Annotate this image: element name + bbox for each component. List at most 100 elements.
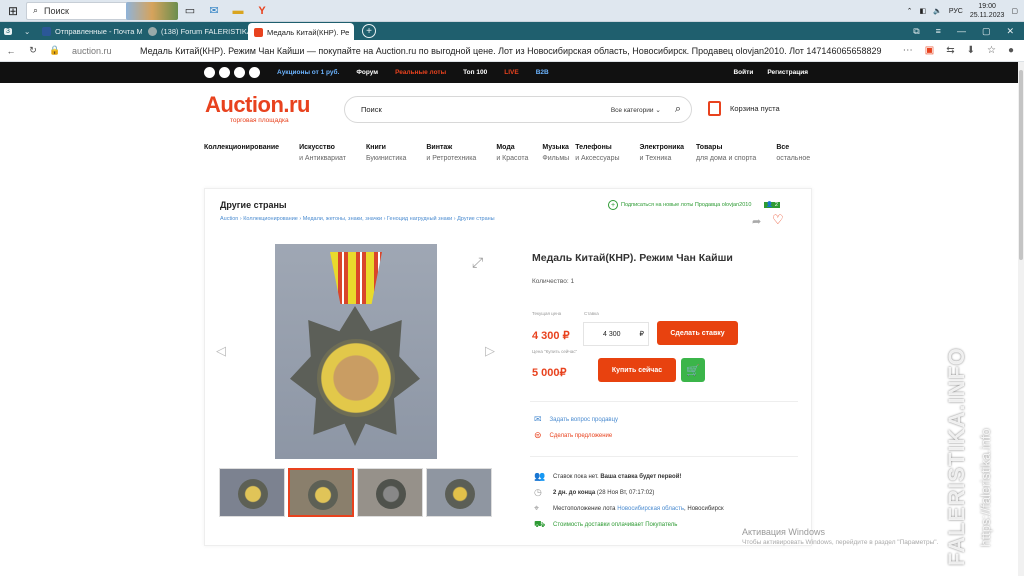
tabs-dropdown-icon[interactable]: ⌄ bbox=[24, 23, 36, 39]
category-title: Коллекционирование bbox=[204, 144, 280, 151]
link-top100[interactable]: Топ 100 bbox=[463, 69, 487, 76]
no-bids-text: Ставок пока нет. bbox=[553, 473, 599, 480]
breadcrumb[interactable]: Auction › Коллекционирование › Медали, ж… bbox=[220, 215, 550, 224]
reader-icon[interactable]: ▣ bbox=[925, 45, 934, 56]
current-price-label: Текущая цена bbox=[532, 311, 562, 316]
cart[interactable]: Корзина пуста bbox=[708, 101, 780, 116]
category-title: Искусство bbox=[299, 144, 335, 151]
photo-thumbnail[interactable] bbox=[357, 468, 423, 517]
category-electronics[interactable]: Электроника и Техника bbox=[640, 142, 684, 164]
category-music[interactable]: Музыка Фильмы bbox=[542, 142, 569, 164]
youtube-icon[interactable] bbox=[234, 67, 245, 78]
category-vintage[interactable]: Винтаж и Ретротехника bbox=[426, 142, 476, 164]
close-tab-icon[interactable]: ✕ bbox=[353, 28, 354, 37]
link-real-lots[interactable]: Реальные лоты bbox=[395, 69, 446, 76]
task-view-icon[interactable]: ▭ bbox=[178, 0, 202, 22]
category-goods[interactable]: Товары для дома и спорта bbox=[696, 142, 756, 164]
bookmark-icon[interactable]: ⋯ bbox=[903, 45, 913, 56]
bids-status: 👥 Ставок пока нет. Ваша ставка будет перв… bbox=[534, 471, 681, 482]
photo-thumbnail-selected[interactable] bbox=[288, 468, 354, 517]
share-icon[interactable]: ➦ bbox=[752, 215, 761, 228]
menu-icon[interactable]: ≡ bbox=[936, 26, 941, 37]
tab-mail[interactable]: Отправленные - Почта M bbox=[36, 23, 142, 39]
back-icon[interactable]: ← bbox=[0, 46, 22, 56]
thumbnail-medal bbox=[308, 480, 338, 510]
site-logo[interactable]: Auction.ru bbox=[205, 92, 311, 118]
link-forum[interactable]: Форум bbox=[356, 69, 378, 76]
address-bar: ← ↻ 🔒 auction.ru Медаль Китай(КНР). Режи… bbox=[0, 40, 1024, 62]
category-collecting[interactable]: Коллекционирование bbox=[204, 142, 279, 164]
category-sub: и Техника bbox=[639, 155, 672, 162]
language-indicator[interactable]: РУС bbox=[949, 8, 963, 15]
window-controls: ⧉ ≡ — ▢ ✕ bbox=[913, 26, 1024, 37]
heart-icon[interactable]: ♡ bbox=[772, 212, 784, 228]
category-nav: Коллекционирование Искусство и Антиквариа… bbox=[204, 142, 830, 164]
link-b2b[interactable]: B2B bbox=[536, 69, 549, 76]
category-title: Музыка bbox=[542, 144, 569, 151]
add-to-cart-icon[interactable]: 🛒 bbox=[681, 358, 705, 382]
category-art[interactable]: Искусство и Антиквариат bbox=[299, 142, 346, 164]
photo-thumbnail[interactable] bbox=[426, 468, 492, 517]
translate-icon[interactable]: ⇆ bbox=[946, 45, 954, 56]
cart-status: Корзина пуста bbox=[730, 104, 780, 113]
category-other[interactable]: Все остальное bbox=[776, 142, 810, 164]
chevron-up-icon[interactable]: ⌃ bbox=[907, 7, 913, 15]
scrollbar-thumb[interactable] bbox=[1019, 70, 1023, 260]
favorite-icon[interactable]: ☆ bbox=[987, 45, 996, 56]
lot-main-photo[interactable] bbox=[275, 244, 437, 459]
search-icon[interactable]: ⌕ bbox=[675, 103, 681, 116]
medal-center bbox=[317, 339, 395, 417]
make-offer-link[interactable]: ⊜ Сделать предложение bbox=[534, 430, 612, 441]
photo-thumbnail[interactable] bbox=[219, 468, 285, 517]
minimize-icon[interactable]: — bbox=[957, 26, 966, 37]
page-scrollbar[interactable] bbox=[1018, 62, 1024, 576]
new-tab-button[interactable]: + bbox=[362, 24, 376, 38]
maximize-icon[interactable]: ▢ bbox=[982, 26, 991, 37]
link-auctions-1rub[interactable]: Аукционы от 1 руб. bbox=[277, 69, 339, 76]
login-link[interactable]: Войти bbox=[733, 69, 753, 76]
lot-category-heading: Другие страны bbox=[220, 200, 287, 210]
category-books[interactable]: Книги Букинистика bbox=[366, 142, 406, 164]
category-phones[interactable]: Телефоны и Аксессуары bbox=[575, 142, 619, 164]
lot-location: ⌖ Местоположение лота Новосибирская облас… bbox=[534, 503, 724, 514]
mail-app-icon[interactable]: ✉ bbox=[202, 0, 226, 22]
reload-icon[interactable]: ↻ bbox=[22, 45, 44, 56]
url-text[interactable]: auction.ru bbox=[72, 46, 140, 56]
buy-now-button[interactable]: Купить сейчас bbox=[598, 358, 676, 382]
odnoklassniki-icon[interactable] bbox=[249, 67, 260, 78]
place-bid-button[interactable]: Сделать ставку bbox=[657, 321, 738, 345]
next-photo-icon[interactable]: ▷ bbox=[485, 343, 495, 359]
auction-favicon-icon bbox=[254, 27, 263, 37]
location-region-link[interactable]: Новосибирская область bbox=[617, 506, 684, 512]
ask-seller-link[interactable]: ✉ Задать вопрос продавцу bbox=[534, 414, 618, 425]
notifications-icon[interactable]: ▢ bbox=[1011, 7, 1018, 15]
tab-menu-button[interactable]: 3 bbox=[0, 23, 24, 39]
link-live[interactable]: LIVE bbox=[504, 69, 518, 76]
site-search-bar[interactable]: Поиск Все категории ⌄ ⌕ bbox=[344, 96, 692, 123]
category-title: Мода bbox=[496, 144, 515, 151]
page-title-text[interactable]: Медаль Китай(КНР). Режим Чан Кайши — пок… bbox=[140, 46, 882, 56]
file-explorer-icon[interactable]: ▬ bbox=[226, 0, 250, 22]
extensions-icon[interactable]: ⧉ bbox=[913, 26, 919, 37]
category-dropdown[interactable]: Все категории ⌄ bbox=[611, 106, 661, 114]
site-search-input[interactable]: Поиск bbox=[361, 105, 382, 114]
network-icon[interactable]: ◧ bbox=[919, 7, 926, 15]
bid-input[interactable]: 4 300 ₽ bbox=[583, 322, 649, 346]
location-city: , Новосибирск bbox=[684, 505, 724, 512]
expand-icon[interactable]: ⤢ bbox=[472, 254, 483, 271]
register-link[interactable]: Регистрация bbox=[767, 69, 808, 76]
profile-icon[interactable]: ● bbox=[1008, 45, 1014, 56]
windows-start-icon[interactable]: ⊞ bbox=[0, 0, 26, 22]
downloads-icon[interactable]: ⬇ bbox=[967, 45, 975, 56]
category-fashion[interactable]: Мода и Красота bbox=[496, 142, 528, 164]
clock[interactable]: 19:00 25.11.2023 bbox=[970, 2, 1005, 20]
prev-photo-icon[interactable]: ◁ bbox=[216, 343, 226, 359]
close-window-icon[interactable]: ✕ bbox=[1006, 26, 1014, 37]
volume-icon[interactable]: 🔈 bbox=[933, 7, 942, 15]
subscribe-seller-link[interactable]: + Подписаться на новые лоты Продавца olo… bbox=[608, 200, 780, 210]
tab-forum[interactable]: (138) Forum FALERISTIKA.i bbox=[142, 23, 248, 39]
telegram-icon[interactable] bbox=[219, 67, 230, 78]
yandex-browser-icon[interactable]: Y bbox=[250, 0, 274, 22]
tab-auction[interactable]: Медаль Китай(КНР). Ре ✕ bbox=[248, 23, 354, 41]
vk-icon[interactable] bbox=[204, 67, 215, 78]
